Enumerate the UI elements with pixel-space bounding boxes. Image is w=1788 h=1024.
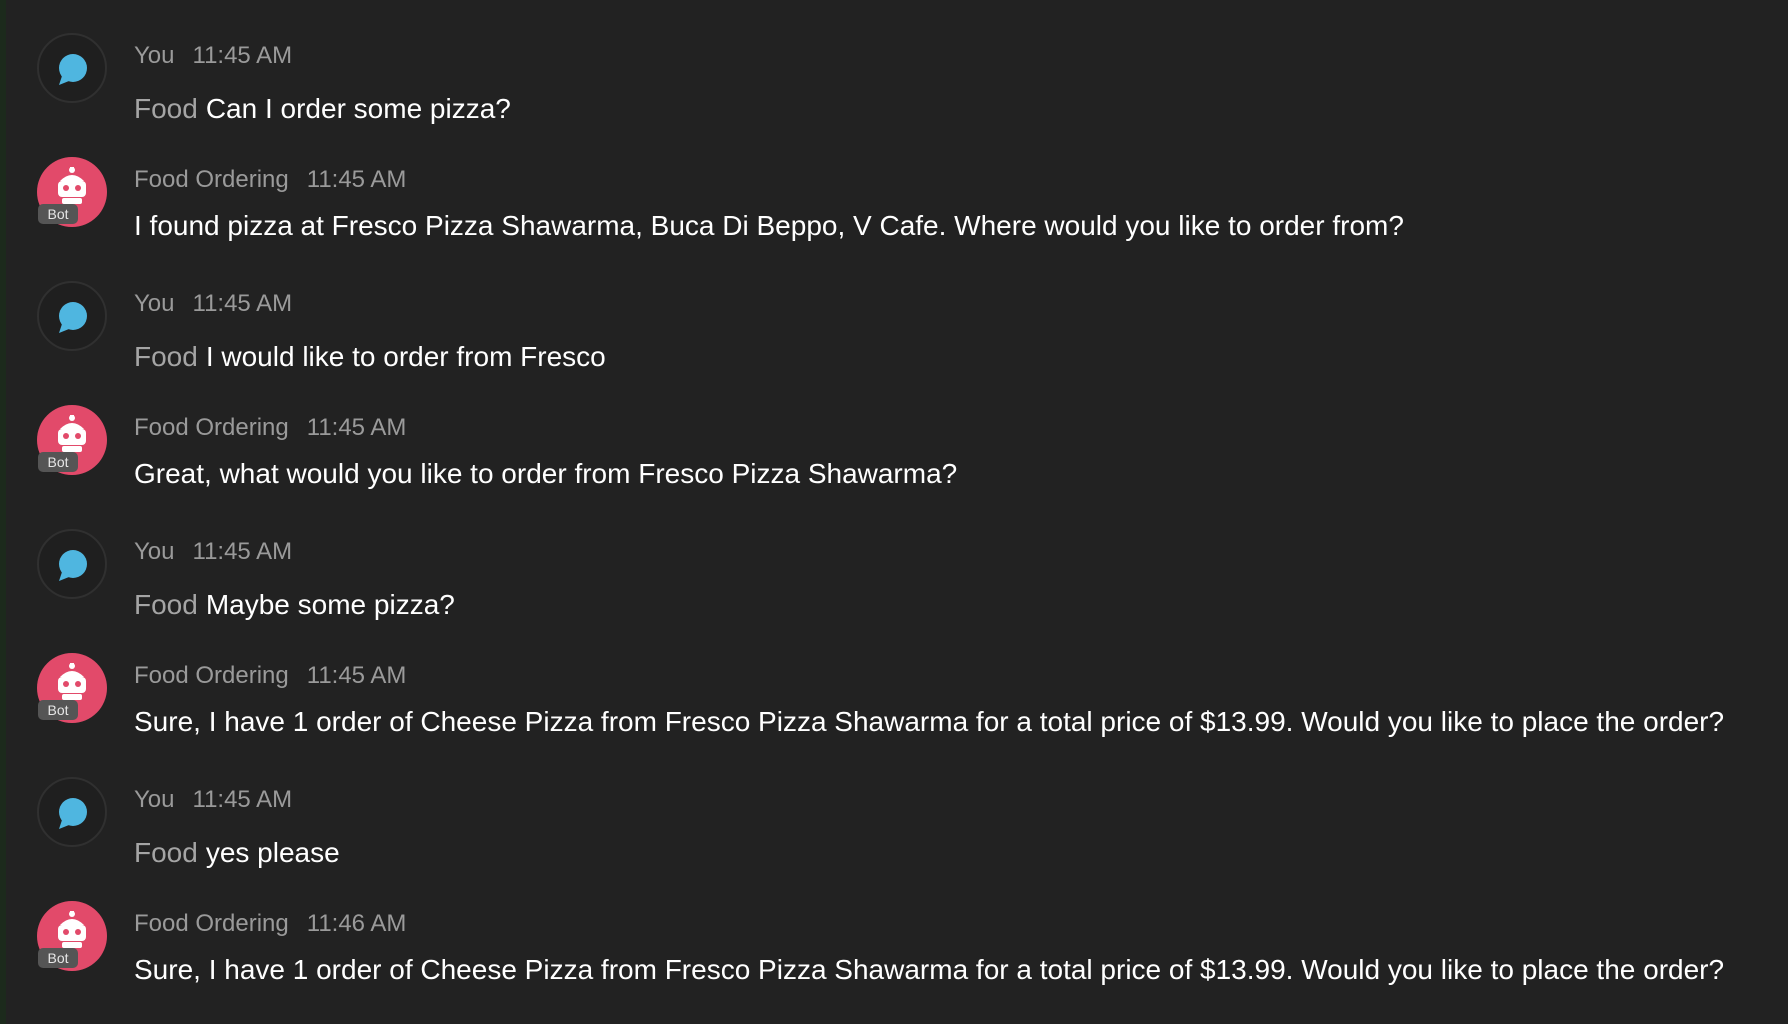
chat-message-user: You 11:45 AM Food Can I order some pizza? [0,0,1788,124]
user-avatar [37,529,107,599]
message-meta: Food Ordering 11:45 AM [134,662,406,690]
message-text: Sure, I have 1 order of Cheese Pizza fro… [134,706,1725,737]
chat-message-bot: Bot Food Ordering 11:45 AM Sure, I have 1… [0,620,1788,744]
message-author: You [134,290,175,317]
message-text: Sure, I have 1 order of Cheese Pizza fro… [134,954,1725,985]
chat-message-bot: Bot Food Ordering 11:45 AM Great, what wo… [0,372,1788,496]
message-time: 11:45 AM [306,414,407,441]
message-author: You [134,42,175,69]
bot-badge: Bot [38,700,78,720]
message-meta: Food Ordering 11:46 AM [134,910,406,938]
chat-transcript: You 11:45 AM Food Can I order some pizza? … [0,0,1788,1024]
message-meta: Food Ordering 11:45 AM [134,166,406,194]
user-avatar [37,281,107,351]
message-text: Great, what would you like to order from… [134,458,958,489]
message-text: I would like to order from Fresco [205,341,606,372]
chat-message-user: You 11:45 AM Food yes please [0,744,1788,868]
message-body: Food Can I order some pizza? [134,93,511,125]
message-meta: You 11:45 AM [134,290,292,318]
message-body: Food Maybe some pizza? [134,589,455,621]
message-prefix: Food [134,341,198,372]
message-author: You [134,786,175,813]
message-meta: You 11:45 AM [134,42,292,70]
message-time: 11:45 AM [306,166,407,193]
robot-icon [58,415,86,452]
message-text: yes please [205,837,340,868]
chat-bubble-icon [59,302,87,333]
message-time: 11:45 AM [192,290,293,317]
message-time: 11:46 AM [306,910,407,937]
message-meta: You 11:45 AM [134,538,292,566]
message-author: You [134,538,175,565]
chat-message-user: You 11:45 AM Food Maybe some pizza? [0,496,1788,620]
robot-icon [58,167,86,204]
message-time: 11:45 AM [192,42,293,69]
message-text: I found pizza at Fresco Pizza Shawarma, … [134,210,1404,241]
bot-badge: Bot [38,452,78,472]
chat-bubble-icon [59,54,87,85]
message-time: 11:45 AM [306,662,407,689]
message-text: Can I order some pizza? [205,93,511,124]
chat-bubble-icon [59,798,87,829]
message-body: Food yes please [134,837,340,869]
message-author: Food Ordering [134,910,289,937]
chat-bubble-icon [59,550,87,581]
message-text: Maybe some pizza? [205,589,455,620]
message-time: 11:45 AM [192,538,293,565]
chat-message-bot: Bot Food Ordering 11:45 AM I found pizza … [0,124,1788,248]
message-body: Great, what would you like to order from… [134,458,957,490]
message-meta: You 11:45 AM [134,786,292,814]
message-prefix: Food [134,589,198,620]
message-prefix: Food [134,837,198,868]
chat-message-bot: Bot Food Ordering 11:46 AM Sure, I have 1… [0,868,1788,992]
message-body: Food I would like to order from Fresco [134,341,606,373]
robot-icon [58,663,86,700]
message-prefix: Food [134,93,198,124]
message-body: Sure, I have 1 order of Cheese Pizza fro… [134,954,1724,986]
user-avatar [37,33,107,103]
message-body: I found pizza at Fresco Pizza Shawarma, … [134,210,1404,242]
message-author: Food Ordering [134,662,289,689]
bot-badge: Bot [38,204,78,224]
robot-icon [58,911,86,948]
chat-message-user: You 11:45 AM Food I would like to order fr… [0,248,1788,372]
message-author: Food Ordering [134,166,289,193]
message-body: Sure, I have 1 order of Cheese Pizza fro… [134,706,1724,738]
message-time: 11:45 AM [192,786,293,813]
message-author: Food Ordering [134,414,289,441]
user-avatar [37,777,107,847]
message-meta: Food Ordering 11:45 AM [134,414,406,442]
bot-badge: Bot [38,948,78,968]
